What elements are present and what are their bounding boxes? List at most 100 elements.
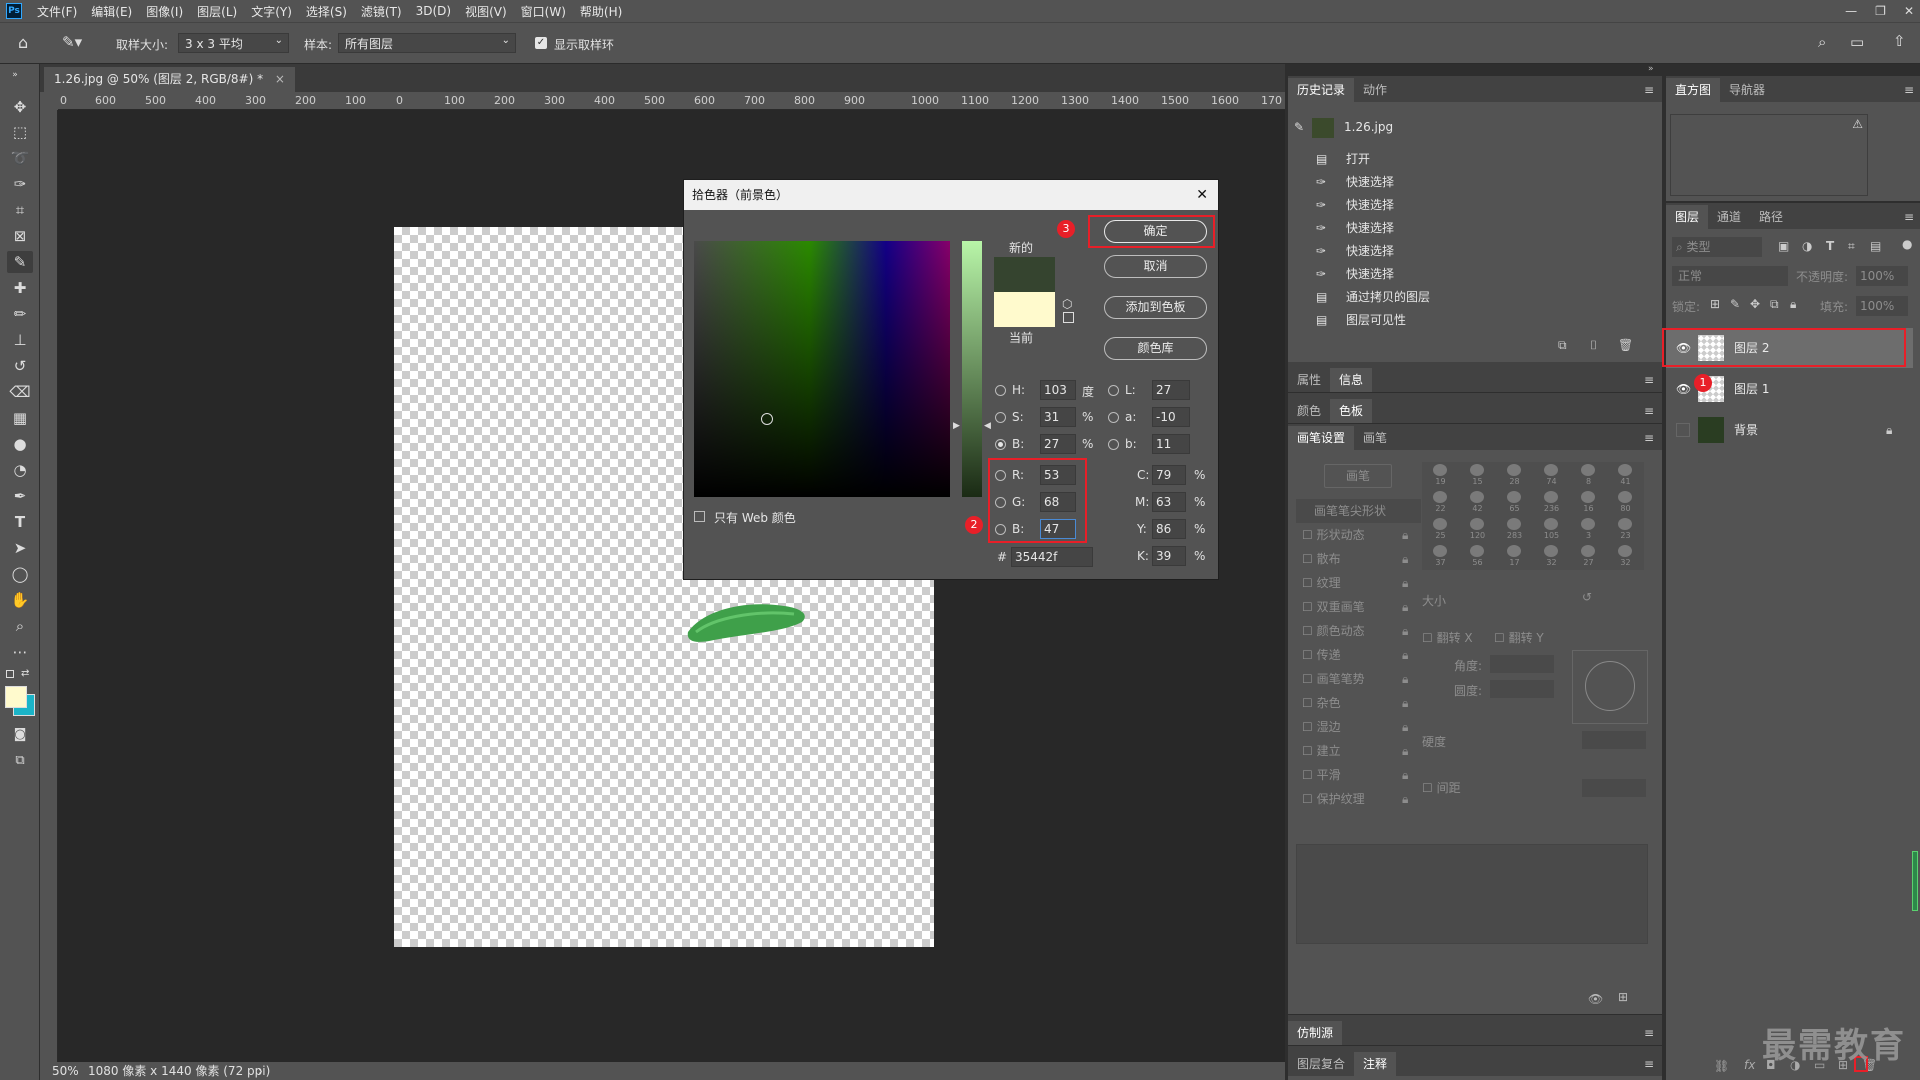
- brush-checkbox[interactable]: ☐: [1302, 744, 1317, 758]
- brush-preset[interactable]: 283: [1496, 516, 1533, 543]
- cancel-button[interactable]: 取消: [1104, 255, 1207, 278]
- brush-tool-icon[interactable]: ✏: [7, 303, 33, 325]
- layer-row-background[interactable]: 背景 🔒︎: [1666, 410, 1913, 450]
- quick-mask-icon[interactable]: ◙: [7, 724, 33, 746]
- brush-preset[interactable]: 56: [1459, 543, 1496, 570]
- brush-preset[interactable]: 74: [1533, 462, 1570, 489]
- filter-smart-icon[interactable]: ▤: [1870, 239, 1881, 253]
- visibility-eye-icon[interactable]: 👁︎: [1676, 369, 1691, 409]
- web-safe-icon[interactable]: [1063, 312, 1074, 323]
- s-input[interactable]: 31: [1040, 407, 1076, 427]
- history-item[interactable]: ▤ 打开: [1288, 148, 1648, 171]
- history-item[interactable]: ✑ 快速选择: [1288, 171, 1648, 194]
- flip-x-checkbox[interactable]: ☐ 翻转 X: [1422, 629, 1473, 646]
- lock-icon[interactable]: 🔒︎: [1402, 571, 1408, 595]
- menu-file[interactable]: 文件(F): [30, 3, 84, 20]
- brush-preset[interactable]: 3: [1570, 516, 1607, 543]
- lock-all-icon[interactable]: 🔒︎: [1790, 297, 1796, 312]
- brush-checkbox[interactable]: ☐: [1302, 792, 1317, 806]
- frame-tool-icon[interactable]: ⊠: [7, 225, 33, 247]
- history-item[interactable]: ▤ 通过拷贝的图层: [1288, 286, 1648, 309]
- default-colors-icon[interactable]: [6, 670, 14, 678]
- pen-tool-icon[interactable]: ✒: [7, 485, 33, 507]
- h-radio[interactable]: [995, 385, 1006, 396]
- brush-option[interactable]: ☐ 杂色 🔒︎: [1302, 691, 1412, 715]
- lasso-tool-icon[interactable]: ➰: [7, 147, 33, 169]
- brush-checkbox[interactable]: ☐: [1302, 720, 1317, 734]
- foreground-color-swatch[interactable]: [5, 686, 27, 708]
- cube-gamut-icon[interactable]: ⬡: [1062, 297, 1072, 311]
- camera-snapshot-icon[interactable]: ⌷: [1590, 338, 1597, 353]
- lock-transparent-icon[interactable]: ⊞: [1710, 297, 1720, 311]
- menu-filter[interactable]: 滤镜(T): [354, 3, 409, 20]
- brush-preset[interactable]: 8: [1570, 462, 1607, 489]
- search-icon[interactable]: ⌕: [1818, 33, 1826, 51]
- filter-shape-icon[interactable]: ⌗: [1848, 239, 1855, 254]
- blend-mode-select[interactable]: 正常: [1672, 266, 1788, 286]
- hex-input[interactable]: 35442f: [1011, 547, 1093, 567]
- visibility-toggle[interactable]: [1676, 423, 1690, 437]
- brush-checkbox[interactable]: ☐: [1302, 768, 1317, 782]
- layer-style-icon[interactable]: fx: [1744, 1058, 1755, 1072]
- tab-navigator[interactable]: 导航器: [1720, 78, 1774, 102]
- history-item[interactable]: ✑ 快速选择: [1288, 240, 1648, 263]
- layer-filter-select[interactable]: ⌕ 类型: [1672, 237, 1762, 257]
- brush-checkbox[interactable]: ☐: [1302, 600, 1317, 614]
- brush-option[interactable]: ☐ 保护纹理 🔒︎: [1302, 787, 1412, 811]
- brush-option[interactable]: ☐ 画笔笔势 🔒︎: [1302, 667, 1412, 691]
- close-window-button[interactable]: ✕: [1904, 4, 1914, 18]
- dodge-tool-icon[interactable]: ◔: [7, 459, 33, 481]
- roundness-input[interactable]: [1490, 680, 1554, 698]
- filter-adjustment-icon[interactable]: ◑: [1802, 239, 1812, 253]
- blur-tool-icon[interactable]: ●: [7, 433, 33, 455]
- menu-3d[interactable]: 3D(D): [409, 4, 458, 18]
- brush-preset[interactable]: 19: [1422, 462, 1459, 489]
- brush-preset[interactable]: 105: [1533, 516, 1570, 543]
- marquee-tool-icon[interactable]: ⬚: [7, 121, 33, 143]
- lock-icon[interactable]: 🔒︎: [1402, 787, 1408, 811]
- lock-icon[interactable]: 🔒︎: [1886, 410, 1892, 450]
- history-brush-tool-icon[interactable]: ↺: [7, 355, 33, 377]
- quick-select-tool-icon[interactable]: ✑: [7, 173, 33, 195]
- s-radio[interactable]: [995, 412, 1006, 423]
- tab-history[interactable]: 历史记录: [1288, 78, 1355, 102]
- add-to-swatches-button[interactable]: 添加到色板: [1104, 296, 1207, 319]
- minimize-button[interactable]: —: [1845, 4, 1857, 18]
- brush-option[interactable]: ☐ 颜色动态 🔒︎: [1302, 619, 1412, 643]
- angle-input[interactable]: [1490, 655, 1554, 673]
- crop-tool-icon[interactable]: ⌗: [7, 199, 33, 221]
- clone-stamp-tool-icon[interactable]: ⊥: [7, 329, 33, 351]
- panel-menu-icon[interactable]: ≡: [1644, 1052, 1654, 1076]
- current-color-swatch[interactable]: [994, 292, 1055, 327]
- tab-actions[interactable]: 动作: [1354, 78, 1396, 102]
- new-document-from-state-icon[interactable]: ⧉: [1558, 338, 1567, 353]
- brush-preset[interactable]: 236: [1533, 489, 1570, 516]
- opacity-input[interactable]: 100%: [1856, 266, 1908, 286]
- panel-menu-icon[interactable]: ≡: [1644, 368, 1654, 392]
- brush-option[interactable]: ☐ 双重画笔 🔒︎: [1302, 595, 1412, 619]
- lock-icon[interactable]: 🔒︎: [1402, 763, 1408, 787]
- hardness-input[interactable]: [1582, 731, 1646, 749]
- lock-icon[interactable]: 🔒︎: [1402, 739, 1408, 763]
- brush-angle-preview[interactable]: [1572, 650, 1648, 724]
- menu-type[interactable]: 文字(Y): [244, 3, 299, 20]
- brush-preset[interactable]: 15: [1459, 462, 1496, 489]
- l-input[interactable]: 27: [1152, 380, 1190, 400]
- brush-preset[interactable]: 17: [1496, 543, 1533, 570]
- spacing-input[interactable]: [1582, 779, 1646, 797]
- brush-option[interactable]: ☐ 形状动态 🔒︎: [1302, 523, 1412, 547]
- brush-preset[interactable]: 65: [1496, 489, 1533, 516]
- history-item[interactable]: ▤ 图层可见性: [1288, 309, 1648, 332]
- tab-notes[interactable]: 注释: [1354, 1052, 1397, 1076]
- brush-preset-grid[interactable]: 19 15 28 74 8 41 22 42 65 236 16 80 25 120 283 105 3 23 37…: [1422, 462, 1644, 570]
- tab-brush-settings[interactable]: 画笔设置: [1288, 426, 1355, 450]
- lock-icon[interactable]: 🔒︎: [1402, 667, 1408, 691]
- eyedropper-preset-icon[interactable]: ✎▾: [62, 33, 82, 51]
- lock-icon[interactable]: 🔒︎: [1402, 523, 1408, 547]
- brightness-input[interactable]: 27: [1040, 434, 1076, 454]
- brush-option[interactable]: ☐ 建立 🔒︎: [1302, 739, 1412, 763]
- chevron-right-icon[interactable]: ›: [258, 1062, 263, 1080]
- brush-checkbox[interactable]: ☐: [1302, 696, 1317, 710]
- status-zoom[interactable]: 50%: [52, 1062, 79, 1080]
- healing-brush-tool-icon[interactable]: ✚: [7, 277, 33, 299]
